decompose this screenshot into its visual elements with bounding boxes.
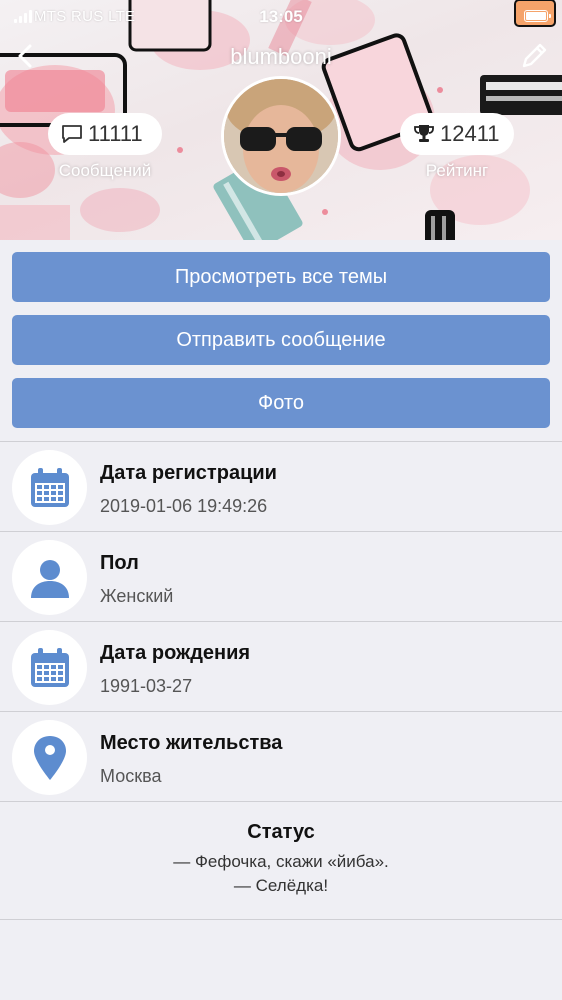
pencil-icon <box>522 43 547 68</box>
edit-profile-button[interactable] <box>516 38 552 74</box>
birth-date-icon-circle <box>12 630 87 705</box>
view-all-topics-button[interactable]: Просмотреть все темы <box>12 252 550 302</box>
registration-date-icon-circle <box>12 450 87 525</box>
avatar-photo <box>224 79 338 193</box>
messages-count: 11111 <box>88 121 143 146</box>
birth-date-title: Дата рождения <box>100 642 251 664</box>
avatar[interactable] <box>221 76 341 196</box>
registration-date-value: 2019-01-06 19:49:26 <box>100 496 268 516</box>
location-title: Место жительства <box>100 732 283 754</box>
location-icon-circle <box>12 720 87 795</box>
birth-date-value: 1991-03-27 <box>100 676 193 696</box>
profile-actions: Просмотреть все темы Отправить сообщение… <box>0 240 562 440</box>
speech-bubble-icon <box>62 125 82 143</box>
messages-label: Сообщений <box>58 161 152 180</box>
status-title: Статус <box>247 821 315 843</box>
list-item-gender: Пол Женский <box>0 532 562 622</box>
rating-count-pill[interactable]: 12411 <box>400 113 514 155</box>
photo-button[interactable]: Фото <box>12 378 550 428</box>
profile-header: MTS RUS LTE 13:05 blumbooni 11111 Сообще… <box>0 0 562 240</box>
messages-count-pill[interactable]: 11111 <box>48 113 162 155</box>
calendar-icon <box>30 647 69 687</box>
registration-date-title: Дата регистрации <box>100 462 277 484</box>
map-pin-icon <box>33 735 66 780</box>
clock: 13:05 <box>259 7 303 26</box>
username-title: blumbooni <box>230 44 332 69</box>
status-bar: MTS RUS LTE 13:05 <box>0 0 562 34</box>
list-item-birth-date: Дата рождения 1991-03-27 <box>0 622 562 712</box>
status-text-line: — Селёдка! <box>233 876 329 895</box>
battery-icon <box>524 10 551 22</box>
gender-title: Пол <box>100 552 139 574</box>
location-value: Москва <box>100 766 162 786</box>
trophy-icon <box>414 125 434 142</box>
gender-value: Женский <box>100 586 174 606</box>
calendar-icon <box>30 467 69 507</box>
rating-count: 12411 <box>440 121 500 146</box>
user-status-block: Статус — Фефочка, скажи «йиба». — Селёдк… <box>0 802 562 920</box>
rating-label: Рейтинг <box>425 161 489 180</box>
profile-info-list: Дата регистрации 2019-01-06 19:49:26 Пол… <box>0 441 562 920</box>
status-text-line: — Фефочка, скажи «йиба». <box>173 852 389 871</box>
list-item-location: Место жительства Москва <box>0 712 562 802</box>
send-message-button[interactable]: Отправить сообщение <box>12 315 550 365</box>
person-icon <box>30 559 69 598</box>
gender-icon-circle <box>12 540 87 615</box>
list-item-registration-date: Дата регистрации 2019-01-06 19:49:26 <box>0 442 562 532</box>
